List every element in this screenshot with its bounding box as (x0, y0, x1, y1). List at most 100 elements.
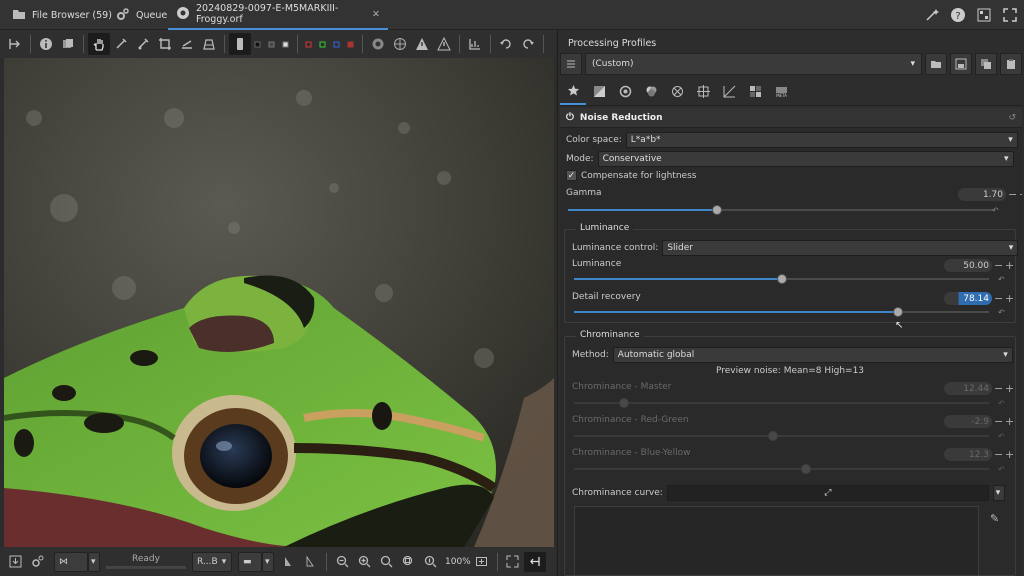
minus-icon[interactable]: − (994, 382, 1003, 395)
zoom-in-icon[interactable] (353, 552, 375, 572)
zoom-fit-crop-icon[interactable] (397, 552, 419, 572)
tab-file-browser[interactable]: File Browser (59) (4, 0, 120, 30)
power-icon[interactable]: ⏻ (566, 112, 574, 123)
copy-profile-icon[interactable] (975, 53, 997, 75)
tab-editor[interactable]: 20240829-0097-E-M5MARKIII-Froggy.orf ✕ (168, 0, 388, 30)
before-icon[interactable] (278, 552, 300, 572)
minus-icon[interactable]: − (994, 292, 1003, 305)
profile-list-icon[interactable] (560, 53, 582, 75)
luminance-spinner[interactable]: 50.00− + (944, 259, 1014, 272)
false-color-icon[interactable] (389, 33, 411, 55)
compensate-checkbox[interactable]: ✓ (566, 170, 577, 181)
save-profile-icon[interactable] (950, 53, 972, 75)
new-detail-window-icon[interactable] (471, 552, 493, 572)
chroma-rg-value[interactable]: -2.9 (944, 415, 992, 428)
preview-mode-icon[interactable] (229, 33, 251, 55)
reset-icon[interactable]: ↶ (992, 206, 1000, 215)
mosaic-tab-icon[interactable] (742, 79, 768, 105)
slider-knob[interactable] (711, 205, 722, 215)
edit-curve-icon[interactable]: ✎ (990, 512, 999, 525)
editor-send-dropdown[interactable]: ▾ (88, 551, 100, 572)
plus-icon[interactable]: + (1005, 415, 1014, 428)
zoom-out-icon[interactable] (331, 552, 353, 572)
color-space-select[interactable]: L*a*b* ▾ (625, 132, 1018, 148)
output-profile-button[interactable]: ▬ (238, 551, 262, 572)
gamma-spinner[interactable]: 1.70−+ (958, 188, 1022, 201)
channel-select[interactable]: R...B ▾ (192, 551, 232, 572)
color-picker-icon[interactable] (132, 33, 154, 55)
channel-black-icon[interactable] (251, 33, 265, 55)
chroma-master-slider[interactable] (574, 398, 989, 408)
hand-tool-icon[interactable] (88, 33, 110, 55)
minus-icon[interactable]: − (994, 259, 1003, 272)
favorites-tab-icon[interactable] (560, 79, 586, 105)
reset-icon[interactable]: ↺ (1008, 113, 1016, 123)
open-profile-icon[interactable] (925, 53, 947, 75)
exposure-tab-icon[interactable] (586, 79, 612, 105)
minus-icon[interactable]: − (994, 448, 1003, 461)
chroma-by-spinner[interactable]: 12.3− + (944, 448, 1014, 461)
after-icon[interactable] (300, 552, 322, 572)
raw-tab-icon[interactable] (716, 79, 742, 105)
output-profile-dropdown[interactable]: ▾ (262, 551, 274, 572)
channel-green-icon[interactable] (316, 33, 330, 55)
channel-white-icon[interactable] (279, 33, 293, 55)
chroma-by-value[interactable]: 12.3 (944, 448, 992, 461)
panel-toggle-icon[interactable] (523, 551, 546, 572)
slider-knob[interactable] (776, 274, 787, 284)
plus-icon[interactable]: + (1019, 188, 1022, 201)
chroma-curve-button[interactable]: ⤢ (666, 485, 989, 501)
save-image-icon[interactable] (4, 552, 26, 572)
editor-send-button[interactable]: ⋈ (54, 551, 88, 572)
straighten-icon[interactable] (176, 33, 198, 55)
crop-icon[interactable] (154, 33, 176, 55)
gamma-value[interactable]: 1.70 (958, 188, 1006, 201)
mode-select[interactable]: Conservative ▾ (597, 151, 1014, 167)
plus-icon[interactable]: + (1005, 292, 1014, 305)
meta-tab-icon[interactable]: META (768, 79, 794, 105)
perspective-icon[interactable] (198, 33, 220, 55)
plus-icon[interactable]: + (1005, 259, 1014, 272)
luminance-value[interactable]: 50.00 (944, 259, 992, 272)
detail-recovery-spinner[interactable]: 78.14− + (944, 292, 1014, 305)
noise-reduction-header[interactable]: ⏻ Noise Reduction ↺ (560, 108, 1022, 128)
curve-editor[interactable] (574, 506, 979, 576)
shadow-clip-icon[interactable] (411, 33, 433, 55)
reset-icon[interactable]: ↶ (998, 308, 1006, 317)
chroma-by-slider[interactable] (574, 464, 989, 474)
queue-add-icon[interactable] (26, 552, 48, 572)
channel-gray-icon[interactable] (265, 33, 279, 55)
plus-icon[interactable]: + (1005, 382, 1014, 395)
method-select[interactable]: Automatic global ▾ (612, 347, 1013, 363)
tab-queue[interactable]: Queue (108, 0, 175, 30)
slider-knob[interactable] (618, 398, 629, 408)
detail-recovery-value[interactable]: 78.14 (944, 292, 992, 305)
reset-icon[interactable]: ↶ (998, 275, 1006, 284)
luminance-slider[interactable] (574, 274, 989, 284)
tool-scroll-area[interactable]: ⏻ Noise Reduction ↺ Color space: L*a*b* ▾… (560, 108, 1022, 576)
plus-icon[interactable]: + (1005, 448, 1014, 461)
highlight-clip-icon[interactable] (433, 33, 455, 55)
rotate-left-icon[interactable] (495, 33, 517, 55)
reset-icon[interactable]: ↶ (998, 465, 1006, 474)
help-icon[interactable]: ? (950, 7, 966, 23)
slider-knob[interactable] (893, 307, 904, 317)
before-after-icon[interactable] (57, 33, 79, 55)
chroma-rg-spinner[interactable]: -2.9− + (944, 415, 1014, 428)
wand-icon[interactable] (924, 7, 940, 23)
close-icon[interactable]: ✕ (372, 9, 380, 20)
reset-icon[interactable]: ↶ (998, 399, 1006, 408)
color-tab-icon[interactable] (638, 79, 664, 105)
wb-picker-icon[interactable] (110, 33, 132, 55)
chroma-curve-dropdown[interactable]: ▾ (992, 485, 1005, 501)
chroma-master-spinner[interactable]: 12.44− + (944, 382, 1014, 395)
fullscreen-icon[interactable] (1002, 7, 1018, 23)
slider-knob[interactable] (801, 464, 812, 474)
focus-mask-icon[interactable] (367, 33, 389, 55)
paste-profile-icon[interactable] (1000, 53, 1022, 75)
reset-icon[interactable]: ↶ (998, 432, 1006, 441)
image-preview[interactable] (4, 58, 554, 547)
grid-icon[interactable] (976, 7, 992, 23)
detail-tab-icon[interactable] (612, 79, 638, 105)
advanced-tab-icon[interactable] (664, 79, 690, 105)
